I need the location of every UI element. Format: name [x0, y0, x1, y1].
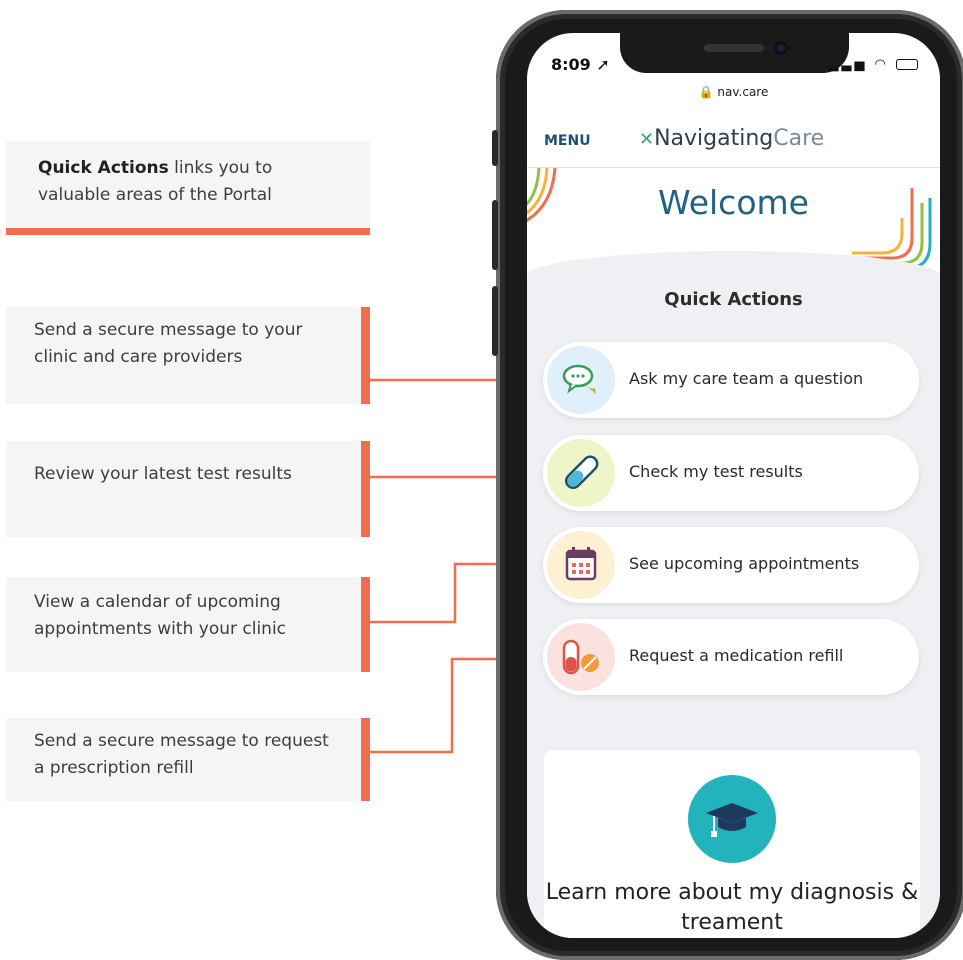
wifi-icon: ◠: [874, 57, 889, 72]
ask-care-team-button[interactable]: Ask my care team a question: [543, 342, 919, 418]
logo-mark-icon: ✕: [639, 129, 655, 150]
graduation-cap-icon: [688, 775, 776, 863]
url-text: nav.care: [717, 85, 769, 99]
upcoming-appointments-label: See upcoming appointments: [629, 554, 860, 573]
speaker: [704, 44, 764, 52]
logo-care: Care: [773, 126, 825, 151]
mute-switch: [492, 130, 498, 166]
logo-navigating: Navigating: [654, 126, 774, 151]
status-time-text: 8:09: [551, 55, 591, 74]
lock-icon: 🔒: [698, 85, 714, 99]
medication-refill-label: Request a medication refill: [629, 646, 844, 665]
ask-care-team-label: Ask my care team a question: [629, 369, 864, 388]
chat-bubbles-icon: [547, 346, 615, 414]
volume-down-button: [492, 286, 498, 356]
location-arrow-icon: ➚: [596, 55, 610, 74]
menu-button[interactable]: MENU: [544, 133, 591, 149]
learn-more-text: Learn more about my diagnosis & treament: [545, 880, 919, 935]
check-test-results-label: Check my test results: [629, 462, 803, 481]
address-bar[interactable]: 🔒 nav.care: [527, 85, 940, 99]
pill-icon: [547, 623, 615, 691]
phone-screen: 8:09 ➚ ▂▃▅ ◠ 🔒 nav.care MENU ✕Navigating…: [527, 33, 940, 938]
volume-up-button: [492, 200, 498, 270]
front-camera: [774, 41, 788, 55]
status-time: 8:09 ➚: [551, 55, 610, 74]
notch: [620, 33, 849, 73]
upcoming-appointments-button[interactable]: See upcoming appointments: [543, 527, 919, 603]
top-nav: MENU ✕NavigatingCare: [527, 115, 940, 168]
battery-icon: [896, 59, 918, 70]
check-test-results-button[interactable]: Check my test results: [543, 435, 919, 511]
status-icons: ▂▃▅ ◠: [828, 57, 918, 72]
calendar-icon: [547, 531, 615, 599]
test-tube-icon: [547, 439, 615, 507]
navigatingcare-logo[interactable]: ✕NavigatingCare: [639, 126, 824, 151]
quick-actions-title: Quick Actions: [664, 289, 803, 310]
signal-icon: ▂▃▅: [828, 57, 868, 72]
welcome-heading: Welcome: [658, 183, 809, 222]
learn-more-card[interactable]: Learn more about my diagnosis & treament: [544, 750, 920, 938]
medication-refill-button[interactable]: Request a medication refill: [543, 619, 919, 695]
